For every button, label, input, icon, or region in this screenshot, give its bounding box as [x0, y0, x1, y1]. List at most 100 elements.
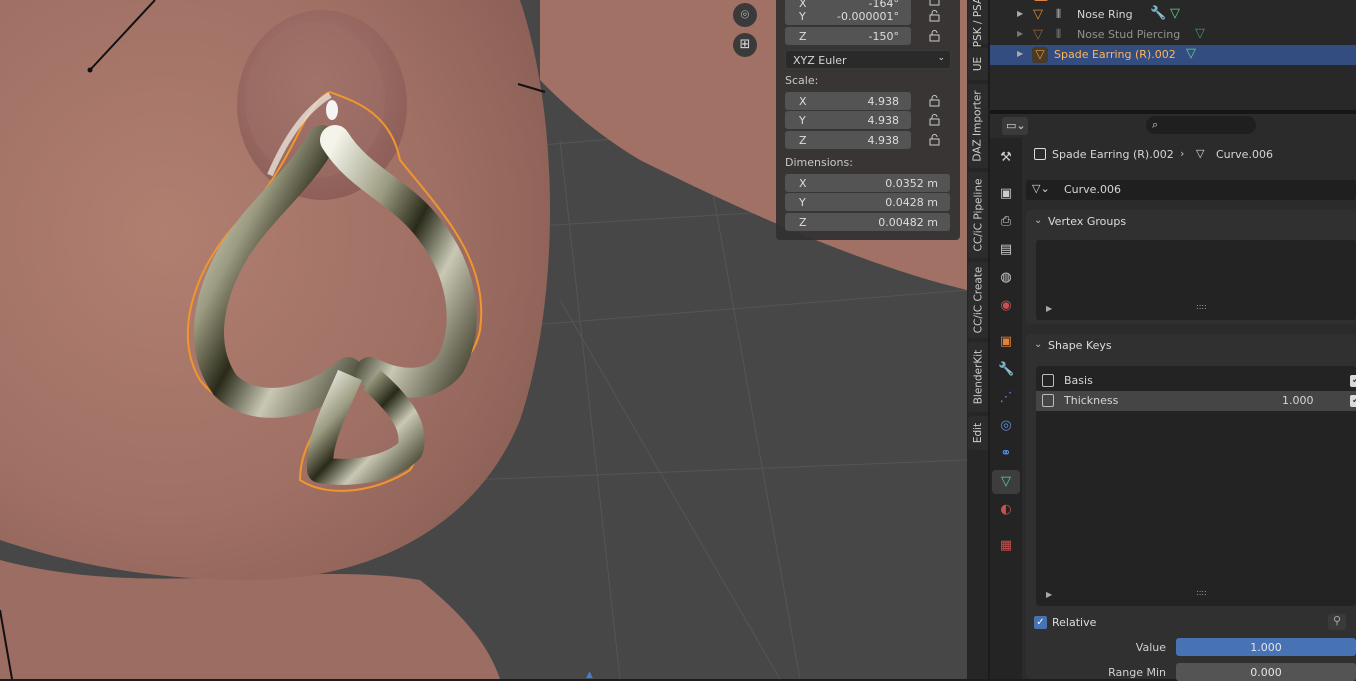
world-tab-icon[interactable]: ◉ — [998, 298, 1014, 314]
mesh-data-icon: ▽ — [1170, 6, 1180, 21]
vertex-groups-header[interactable]: ⌄ Vertex Groups — [1026, 210, 1356, 234]
rotation-mode-dropdown[interactable]: XYZ Euler ⌄ — [785, 50, 951, 69]
dimension-z-field[interactable]: Z 0.00482 m — [785, 213, 950, 231]
breadcrumb-data: Curve.006 — [1216, 148, 1273, 161]
properties-tab-column: ⚒ ▣ ⎙ ▤ ◍ ◉ ▣ 🔧 ⋰ ◎ ⚭ ▽ ◐ ▦ — [990, 138, 1022, 679]
dimensions-label: Dimensions: — [785, 156, 853, 169]
range-min-field[interactable]: 0.000 — [1176, 663, 1356, 681]
particles-tab-icon[interactable]: ⋰ — [998, 390, 1014, 406]
chevron-right-icon: › — [1180, 147, 1185, 160]
shape-keys-header[interactable]: ⌄ Shape Keys — [1026, 334, 1356, 358]
shape-key-mute-checkbox[interactable]: ✓ — [1350, 395, 1356, 407]
output-tab-icon[interactable]: ⎙ — [998, 214, 1014, 230]
3d-viewport[interactable]: ⌾ ⊞ ▲ X -164° Y -0.000001° Z -150° XYZ Eule… — [0, 0, 967, 679]
ortho-grid-icon[interactable]: ⊞ — [733, 33, 757, 57]
tab-blenderkit[interactable]: BlenderKit — [968, 342, 988, 412]
axis-label: Z — [799, 134, 807, 147]
tab-ue[interactable]: UE — [968, 48, 988, 80]
armature-icon: ⫴ — [1056, 7, 1062, 21]
field-value: 0.0352 m — [885, 177, 938, 190]
rotation-y-field[interactable]: Y -0.000001° — [785, 7, 911, 25]
tab-daz-importer[interactable]: DAZ Importer — [968, 84, 988, 168]
axis-label: Z — [799, 216, 807, 229]
editor-type-icon[interactable]: ▭⌄ — [1002, 117, 1028, 135]
data-tab-icon[interactable]: ▽ — [992, 470, 1020, 494]
outliner-row-spade-earring[interactable]: ▶ ▽ Spade Earring (R).002 ▽ — [990, 45, 1356, 65]
value-label: Value — [1135, 641, 1166, 654]
expand-triangle-icon[interactable]: ▶ — [1017, 9, 1023, 18]
view-layer-tab-icon[interactable]: ▤ — [998, 242, 1014, 258]
data-block-name: Curve.006 — [1064, 183, 1121, 196]
scale-y-field[interactable]: Y 4.938 — [785, 111, 911, 129]
data-block-selector[interactable]: ▽⌄ Curve.006 — [1026, 180, 1356, 200]
search-icon: ⌕ — [1152, 118, 1159, 131]
lock-icon[interactable] — [928, 10, 943, 22]
scene-tab-icon[interactable]: ◍ — [998, 270, 1014, 286]
field-value: 4.938 — [867, 114, 900, 127]
checkbox-label: Relative — [1052, 616, 1097, 629]
field-value: 4.938 — [867, 95, 900, 108]
vertex-groups-list[interactable]: ▶ :::: — [1036, 240, 1356, 320]
scale-z-field[interactable]: Z 4.938 — [785, 131, 911, 149]
tab-label: UE — [971, 56, 984, 72]
tab-cc-ic-pipeline[interactable]: CC/iC Pipeline — [968, 172, 988, 258]
shape-key-icon — [1042, 374, 1054, 387]
outliner-row-nose-ring[interactable]: ▶ ▽ ⫴ Nose Ring 🔧 ▽ — [990, 5, 1356, 25]
checkbox-icon: ✓ — [1034, 616, 1047, 629]
shape-key-name: Basis — [1064, 374, 1093, 387]
lock-icon[interactable] — [928, 134, 943, 146]
modifier-tab-icon[interactable]: 🔧 — [998, 362, 1014, 378]
navigate-handle-icon[interactable]: ▲ — [586, 670, 596, 679]
mesh-object-icon — [1034, 0, 1048, 1]
texture-tab-icon[interactable]: ▦ — [998, 538, 1014, 554]
list-resize-handle-icon[interactable]: :::: — [1196, 588, 1207, 597]
outliner-item-label: Nose Ring — [1077, 8, 1133, 21]
outliner-row-nose-stud[interactable]: ▶ ▽ ⫴ Nose Stud Piercing ▽ — [990, 25, 1356, 45]
shape-key-row[interactable]: Thickness 1.000 ✓ — [1036, 391, 1356, 411]
list-resize-handle-icon[interactable]: :::: — [1196, 302, 1207, 311]
shape-key-row[interactable]: Basis ✓ — [1036, 371, 1356, 391]
outliner-item-label: Spade Earring (R).002 — [1054, 48, 1176, 61]
axis-label: X — [799, 177, 807, 190]
shape-key-icon — [1042, 394, 1054, 407]
tab-edit[interactable]: Edit — [968, 416, 988, 450]
lock-icon[interactable] — [928, 95, 943, 107]
expand-triangle-icon[interactable]: ▶ — [1046, 304, 1052, 313]
panel-title: Shape Keys — [1048, 339, 1112, 352]
constraints-tab-icon[interactable]: ⚭ — [998, 446, 1014, 462]
camera-view-icon[interactable]: ⌾ — [733, 3, 757, 27]
render-tab-icon[interactable]: ▣ — [998, 186, 1014, 202]
properties-search-input[interactable]: ⌕ — [1146, 116, 1256, 134]
physics-tab-icon[interactable]: ◎ — [998, 418, 1014, 434]
material-tab-icon[interactable]: ◐ — [998, 502, 1014, 518]
value-slider[interactable]: 1.000 — [1176, 638, 1356, 656]
dimension-y-field[interactable]: Y 0.0428 m — [785, 193, 950, 211]
pin-icon[interactable]: ⚲ — [1328, 614, 1346, 630]
tab-psk-psa[interactable]: PSK / PSA — [968, 0, 988, 47]
wrench-modifier-icon: 🔧 — [1150, 6, 1167, 21]
tab-cc-ic-create[interactable]: CC/iC Create — [968, 262, 988, 338]
chevron-down-icon: ⌄ — [1034, 215, 1043, 226]
tool-tab-icon[interactable]: ⚒ — [998, 150, 1014, 166]
object-tab-icon[interactable]: ▣ — [998, 334, 1014, 350]
shape-keys-list[interactable]: Basis ✓ Thickness 1.000 ✓ ▶ :::: — [1036, 366, 1356, 606]
shape-key-mute-checkbox[interactable]: ✓ — [1350, 375, 1356, 387]
axis-label: Y — [799, 10, 806, 23]
shape-key-name: Thickness — [1064, 394, 1119, 407]
expand-triangle-icon[interactable]: ▶ — [1046, 590, 1052, 599]
vertex-groups-panel: ⌄ Vertex Groups ▶ :::: — [1026, 210, 1356, 324]
rotation-z-field[interactable]: Z -150° — [785, 27, 911, 45]
expand-triangle-icon[interactable]: ▶ — [1017, 49, 1023, 58]
relative-checkbox[interactable]: ✓ Relative — [1034, 615, 1154, 631]
expand-triangle-icon[interactable]: ▶ — [1017, 29, 1023, 38]
scale-x-field[interactable]: X 4.938 — [785, 92, 911, 110]
field-value: -0.000001° — [837, 10, 899, 23]
axis-label: X — [799, 95, 807, 108]
lock-icon[interactable] — [928, 30, 943, 42]
chevron-down-icon: ⌄ — [937, 53, 945, 63]
dimension-x-field[interactable]: X 0.0352 m — [785, 174, 950, 192]
tab-label: BlenderKit — [972, 349, 985, 405]
shape-key-value[interactable]: 1.000 — [1282, 394, 1314, 407]
lock-icon[interactable] — [928, 0, 943, 6]
lock-icon[interactable] — [928, 114, 943, 126]
